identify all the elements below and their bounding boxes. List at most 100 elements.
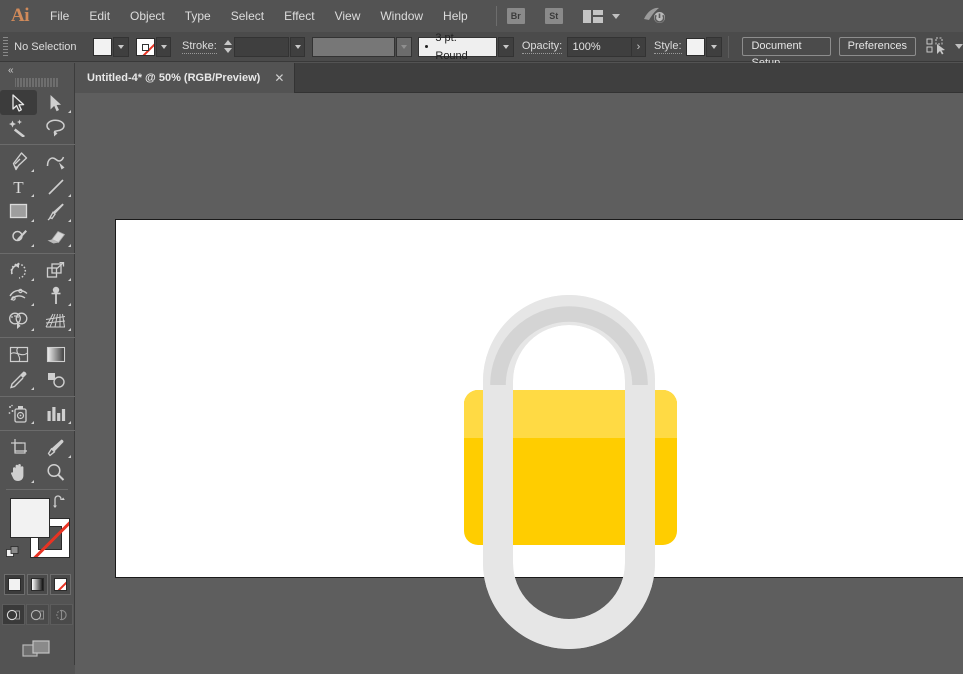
blend-tool[interactable] bbox=[37, 367, 74, 392]
stroke-color-swatch[interactable] bbox=[135, 37, 155, 56]
graphic-style-dropdown[interactable] bbox=[705, 36, 722, 57]
pen-tool[interactable] bbox=[0, 149, 37, 174]
menu-select[interactable]: Select bbox=[221, 0, 274, 32]
tool-flyout-icon bbox=[68, 303, 71, 306]
tools-divider bbox=[0, 337, 75, 338]
tool-flyout-icon bbox=[31, 328, 34, 331]
lasso-tool[interactable] bbox=[37, 115, 74, 140]
draw-inside-button[interactable] bbox=[49, 604, 73, 625]
swap-fill-stroke-icon[interactable] bbox=[52, 495, 68, 509]
workspace-grid-icon bbox=[582, 9, 603, 23]
gradient-tool[interactable] bbox=[37, 342, 74, 367]
selection-tool[interactable] bbox=[0, 90, 37, 115]
app-logo-icon: Ai bbox=[11, 5, 30, 26]
draw-mode-buttons bbox=[0, 604, 74, 625]
rectangle-tool[interactable] bbox=[0, 199, 37, 224]
symbol-sprayer-tool[interactable] bbox=[0, 401, 37, 426]
brush-definition-dropdown[interactable] bbox=[498, 36, 515, 57]
control-bar-grip[interactable] bbox=[3, 36, 9, 57]
scale-tool[interactable] bbox=[37, 258, 74, 283]
solid-color-icon bbox=[7, 578, 21, 591]
chevron-down-icon bbox=[611, 13, 620, 19]
fill-color-indicator[interactable] bbox=[10, 498, 50, 538]
opacity-flyout-button[interactable]: › bbox=[631, 36, 647, 57]
perspective-grid-tool[interactable] bbox=[37, 308, 74, 333]
canvas-area[interactable] bbox=[75, 93, 963, 674]
menu-type[interactable]: Type bbox=[175, 0, 221, 32]
curvature-tool[interactable] bbox=[37, 149, 74, 174]
fill-color-swatch[interactable] bbox=[92, 37, 113, 56]
draw-behind-button[interactable] bbox=[25, 604, 49, 625]
shaper-pencil-tool[interactable] bbox=[0, 224, 37, 249]
menu-edit[interactable]: Edit bbox=[79, 0, 120, 32]
menu-window[interactable]: Window bbox=[370, 0, 433, 32]
stepper-up-icon bbox=[224, 40, 233, 45]
zoom-tool[interactable] bbox=[37, 460, 74, 485]
menu-file[interactable]: File bbox=[40, 0, 79, 32]
shape-builder-tool[interactable] bbox=[0, 308, 37, 333]
free-transform-tool[interactable] bbox=[37, 283, 74, 308]
stroke-color-dropdown[interactable] bbox=[155, 36, 172, 57]
select-similar-objects-button[interactable] bbox=[926, 37, 948, 57]
magic-wand-tool[interactable] bbox=[0, 115, 37, 140]
tool-flyout-icon bbox=[31, 480, 34, 483]
document-setup-button[interactable]: Document Setup bbox=[742, 37, 831, 69]
graphic-style-swatch[interactable] bbox=[685, 37, 705, 56]
hand-tool[interactable] bbox=[0, 460, 37, 485]
fill-color-dropdown[interactable] bbox=[113, 36, 129, 57]
chevron-down-icon bbox=[160, 44, 167, 49]
select-similar-dropdown-icon[interactable] bbox=[954, 44, 963, 49]
eraser-tool[interactable] bbox=[37, 224, 74, 249]
menu-object[interactable]: Object bbox=[120, 0, 175, 32]
tool-flyout-icon bbox=[68, 110, 71, 113]
eyedropper-tool[interactable] bbox=[0, 367, 37, 392]
column-graph-tool[interactable] bbox=[37, 401, 74, 426]
slice-tool[interactable] bbox=[37, 435, 74, 460]
close-icon[interactable]: ✕ bbox=[274, 72, 284, 84]
color-mode-button[interactable] bbox=[3, 574, 25, 595]
tools-divider bbox=[0, 253, 75, 254]
search-adobe-stock-icon[interactable] bbox=[642, 6, 668, 26]
workspace-switcher[interactable] bbox=[582, 9, 620, 23]
paintbrush-tool[interactable] bbox=[37, 199, 74, 224]
width-tool[interactable] bbox=[0, 283, 37, 308]
stroke-weight-dropdown[interactable] bbox=[289, 36, 306, 57]
change-screen-mode-button[interactable] bbox=[0, 639, 74, 661]
tool-flyout-icon bbox=[68, 278, 71, 281]
tools-divider bbox=[0, 144, 75, 145]
stock-button[interactable]: St bbox=[544, 8, 563, 24]
line-segment-tool[interactable] bbox=[37, 174, 74, 199]
menu-help[interactable]: Help bbox=[433, 0, 478, 32]
brush-definition-field[interactable]: 3 pt. Round bbox=[418, 32, 498, 62]
stroke-weight-input[interactable] bbox=[233, 36, 289, 57]
tool-flyout-icon bbox=[31, 244, 34, 247]
padlock-illustration[interactable] bbox=[75, 93, 963, 674]
document-tab[interactable]: Untitled-4* @ 50% (RGB/Preview) ✕ bbox=[75, 63, 296, 93]
preferences-button[interactable]: Preferences bbox=[838, 37, 916, 56]
stroke-weight-label[interactable]: Stroke: bbox=[181, 40, 217, 54]
bridge-button[interactable]: Br bbox=[506, 8, 525, 24]
type-tool[interactable]: T bbox=[0, 174, 37, 199]
style-label[interactable]: Style: bbox=[654, 40, 682, 54]
artboard-tool[interactable] bbox=[0, 435, 37, 460]
tool-flyout-icon bbox=[31, 303, 34, 306]
stroke-weight-stepper[interactable] bbox=[223, 37, 234, 57]
default-fill-stroke-icon[interactable] bbox=[6, 546, 20, 560]
none-mode-button[interactable] bbox=[49, 574, 71, 595]
tools-panel-grip[interactable] bbox=[15, 77, 59, 87]
rotate-tool[interactable] bbox=[0, 258, 37, 283]
mesh-tool[interactable] bbox=[0, 342, 37, 367]
collapse-panel-icon[interactable]: « bbox=[8, 65, 13, 76]
variable-width-profile-field bbox=[312, 36, 395, 57]
document-tab-title: Untitled-4* @ 50% (RGB/Preview) bbox=[87, 72, 261, 84]
direct-selection-tool[interactable] bbox=[37, 90, 74, 115]
opacity-label[interactable]: Opacity: bbox=[521, 40, 563, 54]
menu-view[interactable]: View bbox=[325, 0, 371, 32]
gradient-mode-button[interactable] bbox=[26, 574, 48, 595]
opacity-input[interactable]: 100% bbox=[566, 36, 632, 57]
tool-flyout-icon bbox=[31, 278, 34, 281]
illustrator-window: Ai File Edit Object Type Select Effect V… bbox=[0, 0, 963, 674]
menu-effect[interactable]: Effect bbox=[274, 0, 324, 32]
draw-normal-button[interactable] bbox=[1, 604, 25, 625]
tool-flyout-icon bbox=[68, 219, 71, 222]
